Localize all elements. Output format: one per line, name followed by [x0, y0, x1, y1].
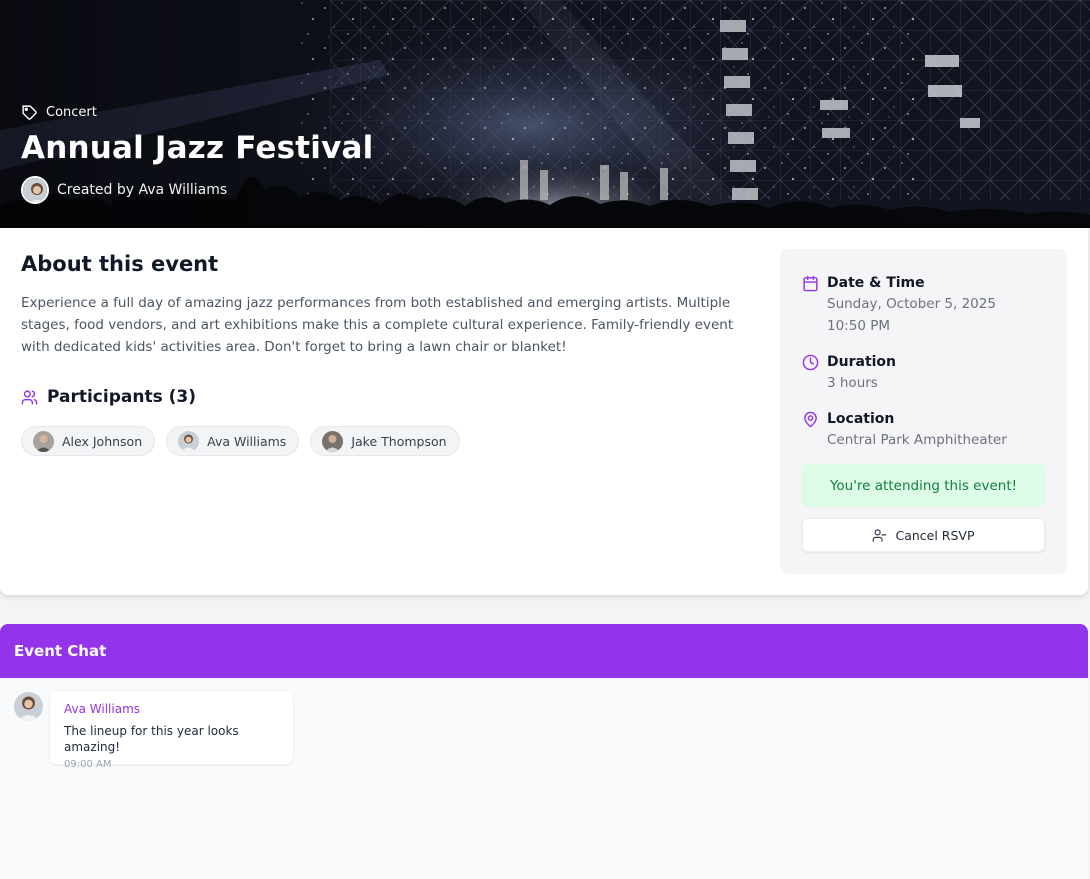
- message-avatar: [14, 692, 43, 721]
- message-author[interactable]: Ava Williams: [64, 701, 279, 717]
- date-time-info: Date & Time Sunday, October 5, 2025 10:5…: [802, 273, 996, 337]
- duration-label: Duration: [827, 354, 897, 370]
- time-value: 10:50 PM: [827, 318, 890, 334]
- location-label: Location: [827, 411, 895, 427]
- message-text: The lineup for this year looks amazing!: [64, 724, 239, 754]
- event-creator: Created by Ava Williams: [21, 176, 373, 204]
- date-value: Sunday, October 5, 2025: [827, 296, 996, 312]
- chat-header: Event Chat: [0, 624, 1088, 678]
- map-pin-icon: [804, 411, 817, 428]
- participants-heading-label: Participants (3): [47, 387, 196, 407]
- tag-icon: [22, 104, 37, 120]
- participant-chip[interactable]: Jake Thompson: [310, 426, 460, 456]
- event-description: Experience a full day of amazing jazz pe…: [21, 295, 734, 355]
- message-timestamp: 09:00 AM: [64, 759, 112, 770]
- clock-icon: [802, 354, 819, 371]
- user-minus-icon: [873, 528, 887, 542]
- calendar-icon: [803, 275, 818, 292]
- duration-info: Duration 3 hours: [802, 352, 896, 394]
- cancel-rsvp-button[interactable]: Cancel RSVP: [802, 518, 1045, 552]
- event-category-label: Concert: [46, 104, 97, 120]
- event-chat: Event Chat Ava Williams The lineup for t…: [0, 624, 1088, 879]
- duration-value: 3 hours: [827, 375, 878, 391]
- date-time-label: Date & Time: [827, 275, 925, 291]
- chat-message: Ava Williams The lineup for this year lo…: [50, 692, 293, 770]
- event-hero-banner: Concert Annual Jazz Festival Created by …: [0, 0, 1090, 228]
- attending-status-banner: You're attending this event!: [802, 464, 1045, 507]
- hero-content: Concert Annual Jazz Festival Created by …: [21, 102, 373, 204]
- participant-avatar: [322, 430, 344, 452]
- location-value: Central Park Amphitheater: [827, 432, 1007, 448]
- event-details-card: About this event Experience a full day o…: [0, 228, 1088, 595]
- participants-heading: Participants (3): [21, 387, 196, 407]
- about-heading: About this event: [21, 252, 219, 276]
- event-category: Concert: [21, 102, 373, 122]
- event-info-panel: Date & Time Sunday, October 5, 2025 10:5…: [780, 249, 1067, 574]
- cancel-rsvp-label: Cancel RSVP: [895, 527, 975, 543]
- participant-chip[interactable]: Alex Johnson: [21, 426, 156, 456]
- participant-list: Alex Johnson Ava Williams Jake Thompson: [21, 426, 460, 456]
- users-icon: [21, 389, 38, 405]
- participant-avatar: [33, 430, 54, 452]
- chat-title: Event Chat: [14, 642, 107, 660]
- participant-name: Ava Williams: [207, 433, 287, 449]
- creator-label: Created by Ava Williams: [57, 182, 228, 198]
- event-title: Annual Jazz Festival: [21, 130, 374, 166]
- creator-avatar: [21, 176, 49, 204]
- participant-name: Alex Johnson: [62, 433, 143, 449]
- participant-name: Jake Thompson: [351, 433, 447, 449]
- participant-chip[interactable]: Ava Williams: [166, 426, 300, 456]
- participant-avatar: [178, 430, 200, 452]
- location-info: Location Central Park Amphitheater: [802, 409, 1007, 451]
